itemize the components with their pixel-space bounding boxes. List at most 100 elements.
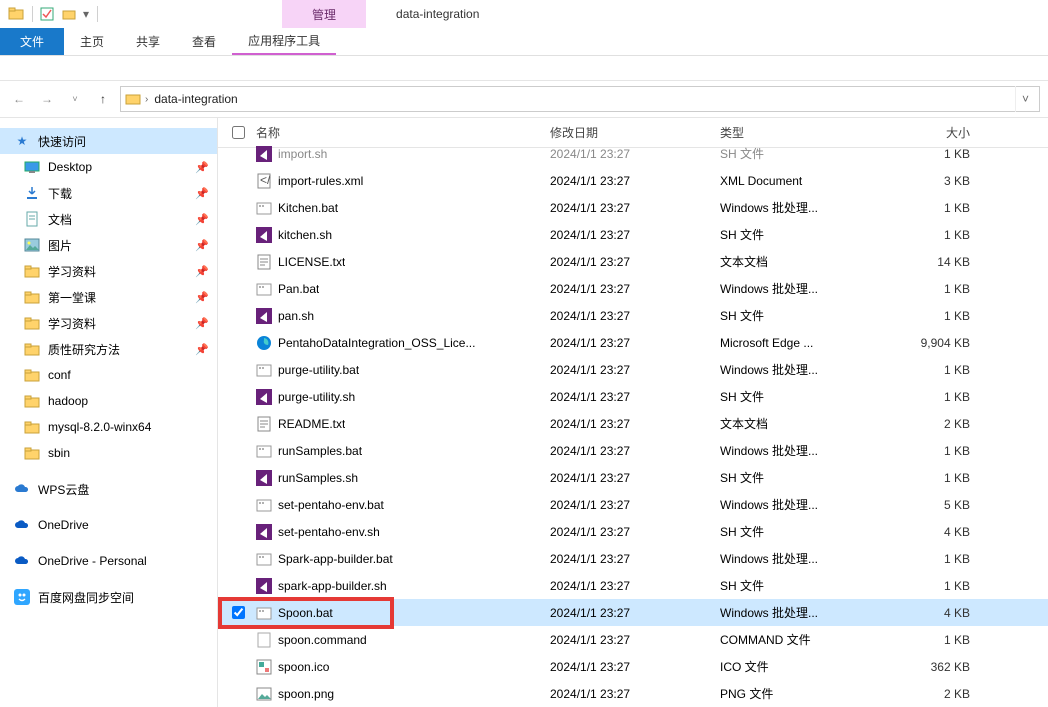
file-name-cell[interactable]: set-pentaho-env.sh — [250, 524, 550, 540]
file-row[interactable]: spark-app-builder.sh2024/1/1 23:27SH 文件1… — [218, 572, 1048, 599]
file-row[interactable]: PentahoDataIntegration_OSS_Lice...2024/1… — [218, 329, 1048, 356]
file-row[interactable]: kitchen.sh2024/1/1 23:27SH 文件1 KB — [218, 221, 1048, 248]
recent-dropdown[interactable]: ˅ — [64, 88, 86, 110]
row-checkbox[interactable] — [226, 390, 250, 403]
row-checkbox[interactable] — [226, 471, 250, 484]
address-bar[interactable]: › data-integration ˅ — [120, 86, 1040, 112]
file-name-cell[interactable]: spark-app-builder.sh — [250, 578, 550, 594]
row-checkbox[interactable] — [226, 228, 250, 241]
file-name-cell[interactable]: pan.sh — [250, 308, 550, 324]
row-checkbox[interactable] — [226, 660, 250, 673]
chevron-right-icon[interactable]: › — [145, 94, 148, 105]
row-checkbox[interactable] — [226, 444, 250, 457]
file-row[interactable]: LICENSE.txt2024/1/1 23:27文本文档14 KB — [218, 248, 1048, 275]
file-name-cell[interactable]: spoon.png — [250, 686, 550, 702]
file-row[interactable]: purge-utility.bat2024/1/1 23:27Windows 批… — [218, 356, 1048, 383]
nav-item[interactable]: hadoop — [0, 388, 217, 414]
file-row[interactable]: Spoon.bat2024/1/1 23:27Windows 批处理...4 K… — [218, 599, 1048, 626]
file-name-cell[interactable]: spoon.command — [250, 632, 550, 648]
file-name-cell[interactable]: purge-utility.bat — [250, 362, 550, 378]
file-row[interactable]: Pan.bat2024/1/1 23:27Windows 批处理...1 KB — [218, 275, 1048, 302]
file-row[interactable]: runSamples.sh2024/1/1 23:27SH 文件1 KB — [218, 464, 1048, 491]
file-row[interactable]: spoon.png2024/1/1 23:27PNG 文件2 KB — [218, 680, 1048, 707]
file-name-cell[interactable]: README.txt — [250, 416, 550, 432]
column-size[interactable]: 大小 — [890, 124, 980, 141]
row-checkbox[interactable] — [226, 255, 250, 268]
column-date[interactable]: 修改日期 — [550, 124, 720, 141]
tab-view[interactable]: 查看 — [176, 28, 232, 55]
breadcrumb-segment[interactable]: data-integration — [152, 92, 239, 106]
file-name-cell[interactable]: </>import-rules.xml — [250, 173, 550, 189]
file-name-cell[interactable]: Spark-app-builder.bat — [250, 551, 550, 567]
nav-item[interactable]: mysql-8.2.0-winx64 — [0, 414, 217, 440]
nav-item[interactable]: 下载📌 — [0, 180, 217, 206]
row-checkbox[interactable] — [226, 525, 250, 538]
back-button[interactable]: ← — [8, 88, 30, 110]
row-checkbox[interactable] — [226, 336, 250, 349]
row-checkbox[interactable] — [226, 147, 250, 160]
file-row[interactable]: import.sh2024/1/1 23:27SH 文件1 KB — [218, 140, 1048, 167]
row-checkbox[interactable] — [226, 309, 250, 322]
address-dropdown[interactable]: ˅ — [1015, 86, 1035, 112]
nav-quick-access[interactable]: ★ 快速访问 — [0, 128, 217, 154]
row-checkbox[interactable] — [226, 552, 250, 565]
select-all-checkbox[interactable] — [226, 126, 250, 139]
row-checkbox[interactable] — [226, 633, 250, 646]
row-checkbox[interactable] — [226, 174, 250, 187]
file-name-cell[interactable]: spoon.ico — [250, 659, 550, 675]
qat-checkbox-icon[interactable] — [37, 4, 57, 24]
file-name-cell[interactable]: purge-utility.sh — [250, 389, 550, 405]
file-row[interactable]: </>import-rules.xml2024/1/1 23:27XML Doc… — [218, 167, 1048, 194]
nav-item[interactable]: 第一堂课📌 — [0, 284, 217, 310]
file-name-cell[interactable]: Spoon.bat — [250, 605, 550, 621]
file-row[interactable]: runSamples.bat2024/1/1 23:27Windows 批处理.… — [218, 437, 1048, 464]
nav-onedrive-personal[interactable]: OneDrive - Personal — [0, 548, 217, 574]
forward-button[interactable]: → — [36, 88, 58, 110]
nav-onedrive[interactable]: OneDrive — [0, 512, 217, 538]
file-row[interactable]: spoon.ico2024/1/1 23:27ICO 文件362 KB — [218, 653, 1048, 680]
column-type[interactable]: 类型 — [720, 124, 890, 141]
nav-item[interactable]: 图片📌 — [0, 232, 217, 258]
navigation-pane[interactable]: ★ 快速访问 Desktop📌下载📌文档📌图片📌学习资料📌第一堂课📌学习资料📌质… — [0, 118, 218, 707]
nav-baidu[interactable]: 百度网盘同步空间 — [0, 584, 217, 610]
nav-item[interactable]: conf — [0, 362, 217, 388]
file-row[interactable]: Spark-app-builder.bat2024/1/1 23:27Windo… — [218, 545, 1048, 572]
nav-item[interactable]: 学习资料📌 — [0, 310, 217, 336]
tab-home[interactable]: 主页 — [64, 28, 120, 55]
file-name-cell[interactable]: set-pentaho-env.bat — [250, 497, 550, 513]
file-name-cell[interactable]: runSamples.bat — [250, 443, 550, 459]
nav-item[interactable]: 学习资料📌 — [0, 258, 217, 284]
file-name-cell[interactable]: runSamples.sh — [250, 470, 550, 486]
row-checkbox[interactable] — [226, 363, 250, 376]
file-name-cell[interactable]: Kitchen.bat — [250, 200, 550, 216]
tab-file[interactable]: 文件 — [0, 28, 64, 55]
file-row[interactable]: set-pentaho-env.bat2024/1/1 23:27Windows… — [218, 491, 1048, 518]
column-name[interactable]: 名称 — [250, 124, 550, 141]
file-row[interactable]: Kitchen.bat2024/1/1 23:27Windows 批处理...1… — [218, 194, 1048, 221]
file-row[interactable]: set-pentaho-env.sh2024/1/1 23:27SH 文件4 K… — [218, 518, 1048, 545]
row-checkbox[interactable] — [226, 687, 250, 700]
tab-share[interactable]: 共享 — [120, 28, 176, 55]
file-name-cell[interactable]: PentahoDataIntegration_OSS_Lice... — [250, 335, 550, 351]
nav-item[interactable]: sbin — [0, 440, 217, 466]
nav-item[interactable]: 质性研究方法📌 — [0, 336, 217, 362]
file-name-cell[interactable]: kitchen.sh — [250, 227, 550, 243]
row-checkbox[interactable] — [226, 417, 250, 430]
nav-item[interactable]: 文档📌 — [0, 206, 217, 232]
row-checkbox[interactable] — [226, 606, 250, 619]
row-checkbox[interactable] — [226, 579, 250, 592]
tab-apptools[interactable]: 应用程序工具 — [232, 28, 336, 55]
file-row[interactable]: pan.sh2024/1/1 23:27SH 文件1 KB — [218, 302, 1048, 329]
file-row[interactable]: spoon.command2024/1/1 23:27COMMAND 文件1 K… — [218, 626, 1048, 653]
file-name-cell[interactable]: Pan.bat — [250, 281, 550, 297]
qat-folder-icon[interactable] — [59, 4, 79, 24]
file-rows[interactable]: import.sh2024/1/1 23:27SH 文件1 KB</>impor… — [218, 140, 1048, 707]
row-checkbox[interactable] — [226, 498, 250, 511]
file-name-cell[interactable]: import.sh — [250, 146, 550, 162]
file-name-cell[interactable]: LICENSE.txt — [250, 254, 550, 270]
row-checkbox[interactable] — [226, 201, 250, 214]
file-row[interactable]: purge-utility.sh2024/1/1 23:27SH 文件1 KB — [218, 383, 1048, 410]
row-checkbox[interactable] — [226, 282, 250, 295]
nav-item[interactable]: Desktop📌 — [0, 154, 217, 180]
file-row[interactable]: README.txt2024/1/1 23:27文本文档2 KB — [218, 410, 1048, 437]
